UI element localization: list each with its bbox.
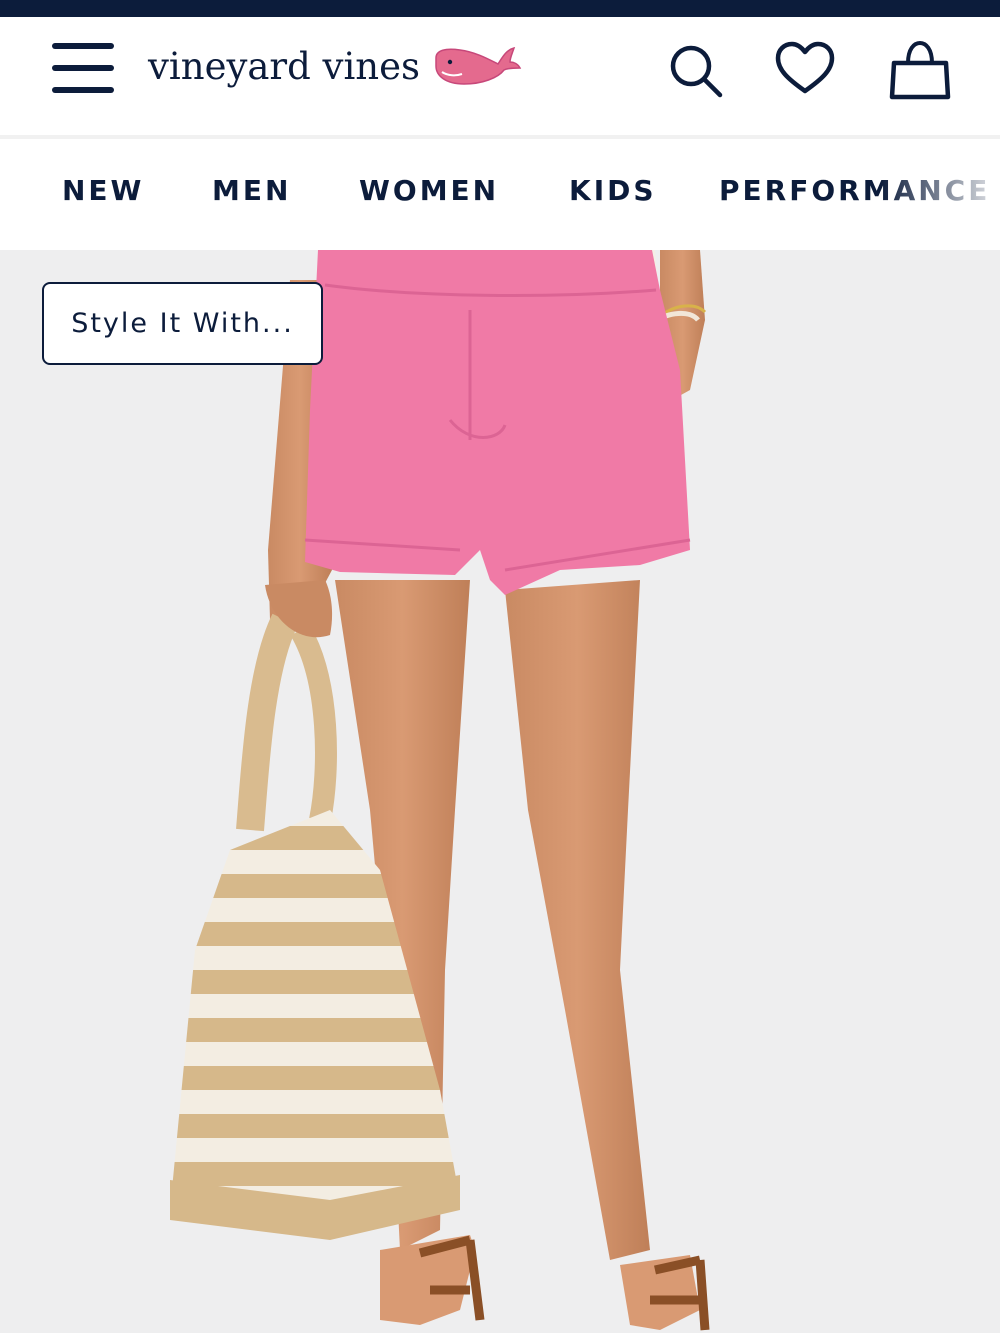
nav-item-new[interactable]: NEW xyxy=(62,174,144,207)
search-icon[interactable] xyxy=(664,39,726,101)
brand-name: vineyard vines xyxy=(148,44,421,88)
nav-item-kids[interactable]: KIDS xyxy=(569,174,657,207)
top-brand-bar xyxy=(0,0,1000,17)
heart-icon[interactable] xyxy=(774,39,836,101)
model-photo xyxy=(0,250,1000,1333)
category-nav: NEW MEN WOMEN KIDS PERFORMANCE xyxy=(0,139,1000,250)
menu-icon[interactable] xyxy=(52,43,114,93)
brand-logo[interactable]: vineyard vines xyxy=(148,41,522,91)
nav-item-women[interactable]: WOMEN xyxy=(359,174,499,207)
product-hero-image[interactable]: Style It With... xyxy=(0,250,1000,1333)
nav-item-men[interactable]: MEN xyxy=(212,174,291,207)
style-it-with-button[interactable]: Style It With... xyxy=(42,282,323,365)
nav-item-performance[interactable]: PERFORMANCE xyxy=(719,174,990,207)
site-header: vineyard vines xyxy=(0,17,1000,135)
whale-icon xyxy=(435,46,522,85)
shopping-bag-icon[interactable] xyxy=(888,39,952,103)
